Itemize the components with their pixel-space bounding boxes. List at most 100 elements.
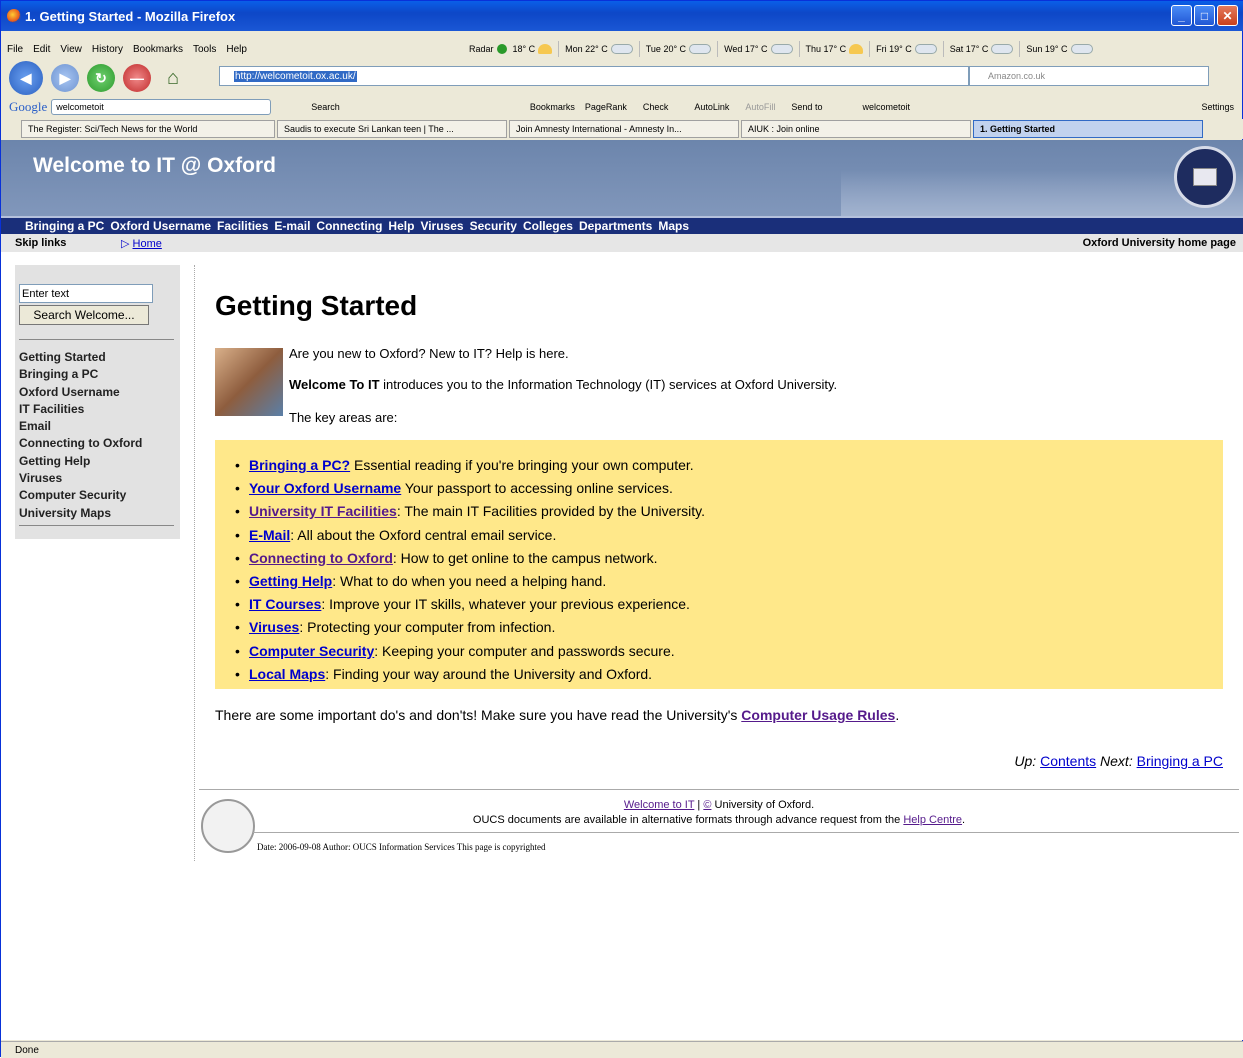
oxford-home-link[interactable]: Oxford University home page (1083, 237, 1236, 249)
sidebar-item-getting-help[interactable]: Getting Help (19, 453, 142, 470)
nav-help[interactable]: Help (388, 219, 414, 233)
reload-button[interactable]: ↻ (87, 64, 115, 92)
sidebar-item-getting-started[interactable]: Getting Started (19, 349, 142, 366)
link-it-courses[interactable]: IT Courses (249, 596, 321, 612)
oxford-crest-icon[interactable] (1174, 146, 1236, 208)
sidebar-item-viruses[interactable]: Viruses (19, 470, 142, 487)
nav-departments[interactable]: Departments (579, 219, 652, 233)
menu-bookmarks[interactable]: Bookmarks (133, 44, 183, 55)
page-pagination: Up: Contents Next: Bringing a PC (1014, 753, 1223, 769)
sidebar-item-university-maps[interactable]: University Maps (19, 505, 142, 522)
next-page-link[interactable]: Bringing a PC (1137, 753, 1223, 769)
intro-text: Are you new to Oxford? New to IT? Help i… (289, 346, 569, 361)
weather-toolbar: Radar 18° C Mon 22° C Tue 20° C Wed 17° … (469, 39, 1242, 59)
sun-icon (538, 44, 553, 54)
status-bar: Done (1, 1041, 1243, 1058)
weather-day[interactable]: Mon 22° C (565, 44, 633, 54)
rules-notice: There are some important do's and don'ts… (215, 707, 900, 723)
menu-file[interactable]: File (7, 44, 23, 55)
forward-button[interactable]: ▶ (51, 64, 79, 92)
divider (194, 265, 195, 861)
computer-usage-rules-link[interactable]: Computer Usage Rules (741, 707, 895, 723)
list-item: • Your Oxford Username Your passport to a… (235, 480, 673, 497)
link-connecting[interactable]: Connecting to Oxford (249, 550, 393, 566)
breadcrumb-home[interactable]: ▷ Home (121, 237, 162, 250)
sidebar-item-it-facilities[interactable]: IT Facilities (19, 401, 142, 418)
site-search-input[interactable]: Enter text (19, 284, 153, 303)
radar-button[interactable]: Radar (469, 44, 507, 54)
link-local-maps[interactable]: Local Maps (249, 666, 325, 682)
tab-saudis[interactable]: Saudis to execute Sri Lankan teen | The … (277, 120, 507, 138)
bookmarks-button[interactable]: Bookmarks (530, 102, 575, 112)
weather-day[interactable]: Sat 17° C (950, 44, 1014, 54)
nav-oxford-username[interactable]: Oxford Username (110, 219, 211, 233)
tab-amnesty[interactable]: Join Amnesty International - Amnesty In.… (509, 120, 739, 138)
menu-edit[interactable]: Edit (33, 44, 50, 55)
link-viruses[interactable]: Viruses (249, 619, 299, 635)
weather-now[interactable]: 18° C (513, 44, 553, 54)
menu-tools[interactable]: Tools (193, 44, 216, 55)
nav-colleges[interactable]: Colleges (523, 219, 573, 233)
sidebar-item-email[interactable]: Email (19, 418, 142, 435)
stop-button[interactable]: — (123, 64, 151, 92)
home-icon[interactable]: ⌂ (159, 64, 187, 92)
google-search-input[interactable]: welcometoit (51, 99, 272, 115)
intro-text: The key areas are: (289, 410, 398, 425)
weather-day[interactable]: Fri 19° C (876, 44, 937, 54)
link-computer-security[interactable]: Computer Security (249, 643, 374, 659)
maximize-button[interactable]: □ (1194, 5, 1215, 26)
skip-links[interactable]: Skip links (15, 237, 66, 249)
contents-link[interactable]: Contents (1040, 753, 1096, 769)
tab-getting-started[interactable]: 1. Getting Started (973, 120, 1203, 138)
link-it-facilities[interactable]: University IT Facilities (249, 503, 397, 519)
sidebar-item-bringing-a-pc[interactable]: Bringing a PC (19, 366, 142, 383)
spellcheck-button[interactable]: Check (643, 102, 669, 112)
nav-security[interactable]: Security (470, 219, 517, 233)
nav-connecting[interactable]: Connecting (316, 219, 382, 233)
close-button[interactable]: ✕ (1217, 5, 1238, 26)
back-button[interactable]: ◀ (9, 61, 43, 95)
weather-day[interactable]: Tue 20° C (646, 44, 712, 54)
highlight-button[interactable]: welcometoit (862, 102, 910, 112)
menu-history[interactable]: History (92, 44, 123, 55)
link-getting-help[interactable]: Getting Help (249, 573, 332, 589)
tab-register[interactable]: The Register: Sci/Tech News for the Worl… (21, 120, 275, 138)
browser-window: 1. Getting Started - Mozilla Firefox _ □… (0, 0, 1243, 1058)
nav-facilities[interactable]: Facilities (217, 219, 268, 233)
link-oxford-username[interactable]: Your Oxford Username (249, 480, 401, 496)
nav-bringing-a-pc[interactable]: Bringing a PC (25, 219, 104, 233)
google-search-button[interactable]: Search (311, 102, 340, 112)
sun-icon (849, 44, 864, 54)
sidebar-item-connecting[interactable]: Connecting to Oxford (19, 435, 142, 452)
menu-view[interactable]: View (60, 44, 82, 55)
settings-button[interactable]: Settings (1201, 102, 1234, 112)
menu-help[interactable]: Help (226, 44, 247, 55)
link-bringing-a-pc[interactable]: Bringing a PC? (249, 457, 350, 473)
intro-text: Welcome To IT introduces you to the Info… (289, 377, 838, 392)
search-button[interactable]: Search Welcome... (19, 305, 149, 325)
search-input[interactable]: Amazon.co.uk (969, 66, 1209, 86)
weather-day[interactable]: Sun 19° C (1026, 44, 1093, 54)
tab-aiuk[interactable]: AIUK : Join online (741, 120, 971, 138)
address-bar[interactable]: http://welcometoit.ox.ac.uk/ (219, 66, 969, 86)
sidebar-item-computer-security[interactable]: Computer Security (19, 487, 142, 504)
autofill-button[interactable]: AutoFill (745, 102, 775, 112)
page-metadata: Date: 2006-09-08 Author: OUCS Informatio… (257, 842, 546, 852)
link-email[interactable]: E-Mail (249, 527, 290, 543)
sidebar: Enter text Search Welcome... Getting Sta… (15, 265, 180, 539)
welcome-to-it-link[interactable]: Welcome to IT (624, 799, 695, 811)
autolink-button[interactable]: AutoLink (694, 102, 729, 112)
site-title: Welcome to IT @ Oxford (33, 154, 276, 177)
sidebar-item-oxford-username[interactable]: Oxford Username (19, 384, 142, 401)
weather-day[interactable]: Thu 17° C (806, 44, 864, 54)
minimize-button[interactable]: _ (1171, 5, 1192, 26)
title-bar: 1. Getting Started - Mozilla Firefox _ □… (1, 1, 1243, 31)
pagerank-indicator[interactable]: PageRank (585, 102, 627, 112)
firefox-icon (7, 9, 21, 23)
nav-maps[interactable]: Maps (658, 219, 689, 233)
weather-day[interactable]: Wed 17° C (724, 44, 793, 54)
nav-email[interactable]: E-mail (274, 219, 310, 233)
send-to-button[interactable]: Send to (791, 102, 822, 112)
nav-viruses[interactable]: Viruses (420, 219, 463, 233)
help-centre-link[interactable]: Help Centre (903, 814, 962, 826)
